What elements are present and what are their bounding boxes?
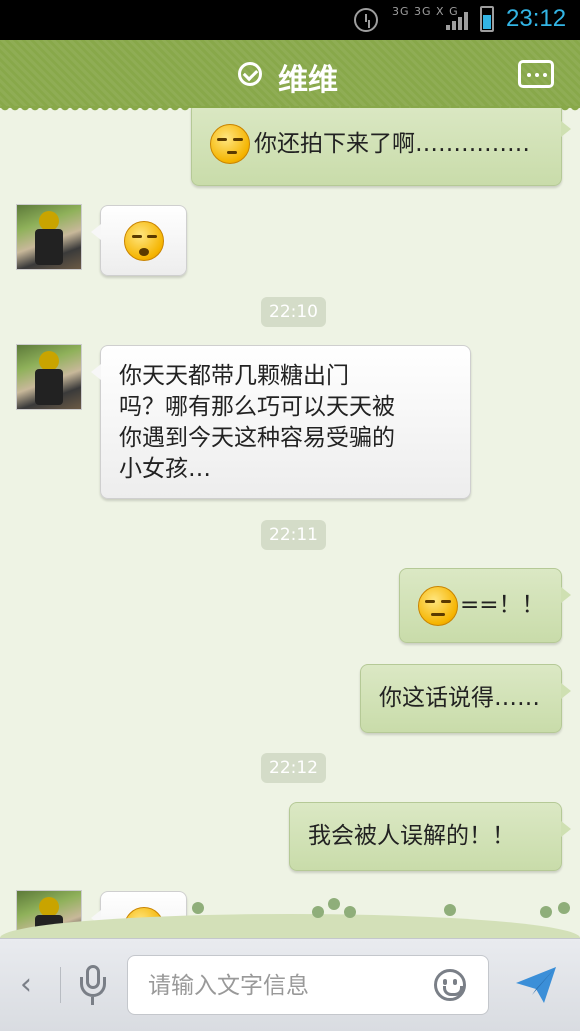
message-text-line: 你遇到今天这种容易受骗的 <box>119 425 395 451</box>
message-input[interactable] <box>148 970 418 1002</box>
verified-check-icon <box>238 62 262 86</box>
message-bubble-outgoing[interactable]: 你还拍下来了啊…………… <box>191 108 571 186</box>
message-text: ==！！ <box>460 592 545 618</box>
divider <box>60 967 61 1003</box>
message-bubble-outgoing[interactable]: ==！！ <box>399 568 571 643</box>
timestamp: 22:10 <box>261 297 326 327</box>
contact-avatar[interactable] <box>16 344 82 410</box>
sweat-emoji-icon <box>418 585 458 626</box>
message-text-line: 你天天都带几颗糖出门 <box>119 363 349 389</box>
message-bubble-incoming[interactable]: 你天天都带几颗糖出门 吗？哪有那么巧可以天天被 你遇到今天这种容易受骗的 小女孩… <box>91 345 471 499</box>
message-bubble-incoming[interactable] <box>91 205 187 276</box>
message-text: 你这话说得…… <box>379 685 540 711</box>
more-options-button[interactable] <box>518 60 554 88</box>
message-bubble-outgoing[interactable]: 我会被人误解的！！ <box>289 802 571 871</box>
timestamp: 22:12 <box>261 753 326 783</box>
message-text-line: 吗？哪有那么巧可以天天被 <box>119 394 395 420</box>
chat-title: 维维 <box>278 63 338 98</box>
status-bar: 3G 3G X G 23:12 <box>0 0 580 40</box>
message-list[interactable]: 你还拍下来了啊…………… 22:10 你天天都带几颗糖出门 吗？哪有那么巧可以天… <box>0 108 580 938</box>
chevron-left-icon[interactable]: ‹ <box>20 967 32 1002</box>
signal-icon <box>446 10 470 30</box>
message-bubble-outgoing[interactable]: 你这话说得…… <box>360 664 571 733</box>
message-input-container[interactable] <box>127 955 489 1015</box>
microphone-icon[interactable] <box>80 965 106 1009</box>
shy-emoji-icon <box>123 220 164 261</box>
battery-icon <box>480 6 494 32</box>
send-icon[interactable] <box>514 965 558 1005</box>
timestamp: 22:11 <box>261 520 326 550</box>
chat-header: 维维 <box>0 40 580 114</box>
message-text: 你还拍下来了啊…………… <box>254 130 530 157</box>
background-scenery <box>0 892 580 938</box>
input-bar: ‹ <box>0 938 580 1031</box>
message-text-line: 小女孩… <box>119 456 211 482</box>
alarm-icon <box>354 8 378 32</box>
emoji-picker-icon[interactable] <box>434 969 466 1001</box>
status-time: 23:12 <box>506 5 567 32</box>
message-text: 我会被人误解的！！ <box>308 823 515 849</box>
contact-avatar[interactable] <box>16 204 82 270</box>
smug-emoji-icon <box>210 124 250 164</box>
